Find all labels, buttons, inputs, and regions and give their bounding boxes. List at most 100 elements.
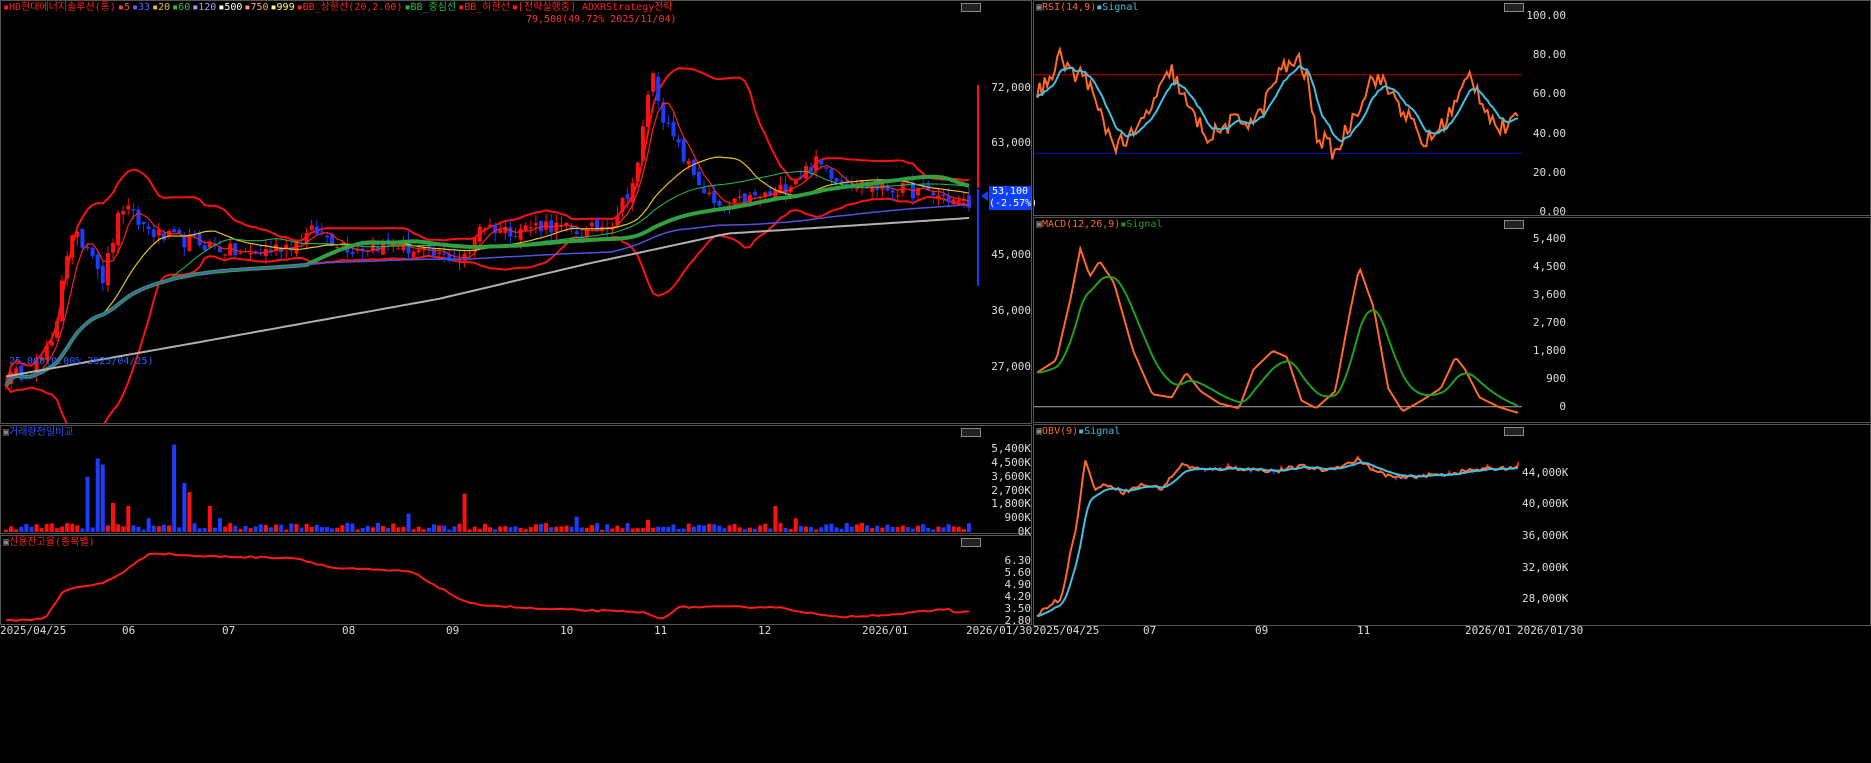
candle-body xyxy=(589,222,594,227)
legend-entry: BB_하한선 xyxy=(464,2,510,13)
price-panel[interactable]: ▪HD현대에너지솔루션(통) ▪5 ▪33 ▪20 ▪60 ▪120 ▪500 ▪750 ▪99… xyxy=(0,0,1037,424)
volume-bar xyxy=(467,529,472,532)
volume-bar xyxy=(238,528,243,532)
volume-bar xyxy=(187,492,192,532)
volume-bar xyxy=(488,527,493,532)
volume-bar xyxy=(442,525,447,532)
volume-bar xyxy=(666,526,671,532)
candle-body xyxy=(737,196,742,199)
volume-bar xyxy=(325,526,329,532)
volume-bar xyxy=(732,524,737,532)
candle-body xyxy=(753,192,757,196)
volume-bar xyxy=(126,505,131,532)
volume-bar xyxy=(350,523,355,532)
volume-bar xyxy=(569,526,574,532)
axis-tick-label: 900 xyxy=(1546,371,1566,385)
min-price-annotation: 25,000(0.00% 2025/04/25) xyxy=(9,356,154,367)
volume-bar xyxy=(798,525,803,532)
volume-bar xyxy=(651,527,656,532)
candle-body xyxy=(432,248,436,256)
legend-entry: HD현대에너지솔루션(통) xyxy=(9,2,116,13)
volume-panel[interactable]: ▣거래량전일비교 5,400K 4,500K 3,600K 2,700K 1,800K 9… xyxy=(0,425,1032,538)
volume-bar xyxy=(375,522,380,532)
candle-body xyxy=(829,169,834,179)
candle-body xyxy=(442,253,447,255)
volume-panel-window-button[interactable] xyxy=(961,428,981,437)
price-legend: ▪HD현대에너지솔루션(통) ▪5 ▪33 ▪20 ▪60 ▪120 ▪500 ▪750 ▪99… xyxy=(3,2,675,14)
volume-bar xyxy=(656,526,661,532)
axis-tick-label: 32,000K xyxy=(1522,560,1569,574)
axis-tick-label: 0 xyxy=(1559,399,1566,413)
current-price-pointer-icon xyxy=(981,191,988,201)
candle-body xyxy=(65,256,70,279)
volume-bar xyxy=(472,526,477,532)
volume-bar xyxy=(299,527,304,532)
candle-body xyxy=(437,252,442,254)
volume-bar xyxy=(584,527,589,532)
axis-tick-label: 45,000 xyxy=(991,248,1031,262)
volume-bar xyxy=(279,524,284,532)
candle-body xyxy=(416,249,421,253)
axis-tick-label: 3,600 xyxy=(1532,288,1566,302)
credit-panel-window-button[interactable] xyxy=(961,538,981,547)
candle-body xyxy=(90,247,95,256)
volume-bar xyxy=(182,482,187,532)
credit-chart-svg xyxy=(5,552,969,623)
volume-bar xyxy=(39,527,44,532)
candle-body xyxy=(126,205,131,210)
volume-bar xyxy=(207,505,212,532)
date-tick-label: 2025/04/25 xyxy=(1033,624,1100,637)
volume-bar xyxy=(294,524,299,532)
candle-body xyxy=(809,167,814,172)
candle-body xyxy=(528,227,533,229)
volume-bar xyxy=(131,525,136,532)
rsi-chart-svg xyxy=(1034,45,1522,160)
date-axis-right: 2025/04/25 07 09 11 2026/01 2026/01/30 xyxy=(1033,625,1871,639)
volume-bar xyxy=(620,528,625,532)
volume-bar xyxy=(146,518,151,532)
volume-bar xyxy=(54,528,59,532)
macd-panel[interactable]: ▣MACD(12,26,9)▪Signal 5,400 4,500 3,600 2,7… xyxy=(1033,217,1871,423)
candle-body xyxy=(646,94,650,128)
volume-bar xyxy=(885,524,890,532)
candle-body xyxy=(931,192,936,196)
volume-bar xyxy=(391,523,396,532)
price-panel-window-button[interactable] xyxy=(961,3,981,12)
legend-entry: BB_상한선(20,2.00) xyxy=(302,2,403,13)
volume-bar xyxy=(946,524,951,532)
macd-panel-window-button[interactable] xyxy=(1504,220,1524,229)
volume-bar xyxy=(860,522,864,532)
volume-bar xyxy=(136,526,141,532)
volume-bar xyxy=(100,464,105,532)
candle-body xyxy=(712,190,717,204)
volume-bar xyxy=(671,524,676,532)
candle-body xyxy=(635,162,640,182)
candle-body xyxy=(900,182,905,193)
credit-panel[interactable]: ▣신용잔고율(종목별) 6.30 5.60 4.90 4.20 3.50 2.80 xyxy=(0,535,1032,626)
volume-bar xyxy=(243,526,248,532)
volume-bar xyxy=(233,525,238,532)
volume-bar xyxy=(686,523,691,532)
volume-bar xyxy=(482,523,487,532)
rsi-panel[interactable]: ▣RSI(14,9)▪Signal 100.00 80.00 60.00 40.00 2… xyxy=(1033,0,1871,218)
candle-body xyxy=(508,227,513,237)
rsi-panel-window-button[interactable] xyxy=(1504,3,1524,12)
candle-body xyxy=(951,199,956,205)
volume-bar xyxy=(396,527,401,532)
obv-panel[interactable]: ▣OBV(9)▪Signal 44,000K 40,000K 36,000K 32,0… xyxy=(1033,424,1871,626)
candle-body xyxy=(161,233,166,240)
axis-tick-label: 3.50 xyxy=(1004,601,1032,615)
volume-bar xyxy=(24,523,29,532)
volume-bar xyxy=(212,527,217,532)
legend-entry: 120 xyxy=(198,2,217,13)
volume-bar xyxy=(676,528,681,532)
candle-body xyxy=(620,197,625,213)
candle-body xyxy=(539,221,543,232)
volume-bar xyxy=(610,528,615,532)
volume-bar xyxy=(727,525,732,532)
candle-body xyxy=(70,235,75,258)
obv-panel-window-button[interactable] xyxy=(1504,427,1524,436)
macd-signal-line xyxy=(1036,275,1519,407)
volume-bar xyxy=(289,523,294,532)
candle-body xyxy=(411,251,416,257)
